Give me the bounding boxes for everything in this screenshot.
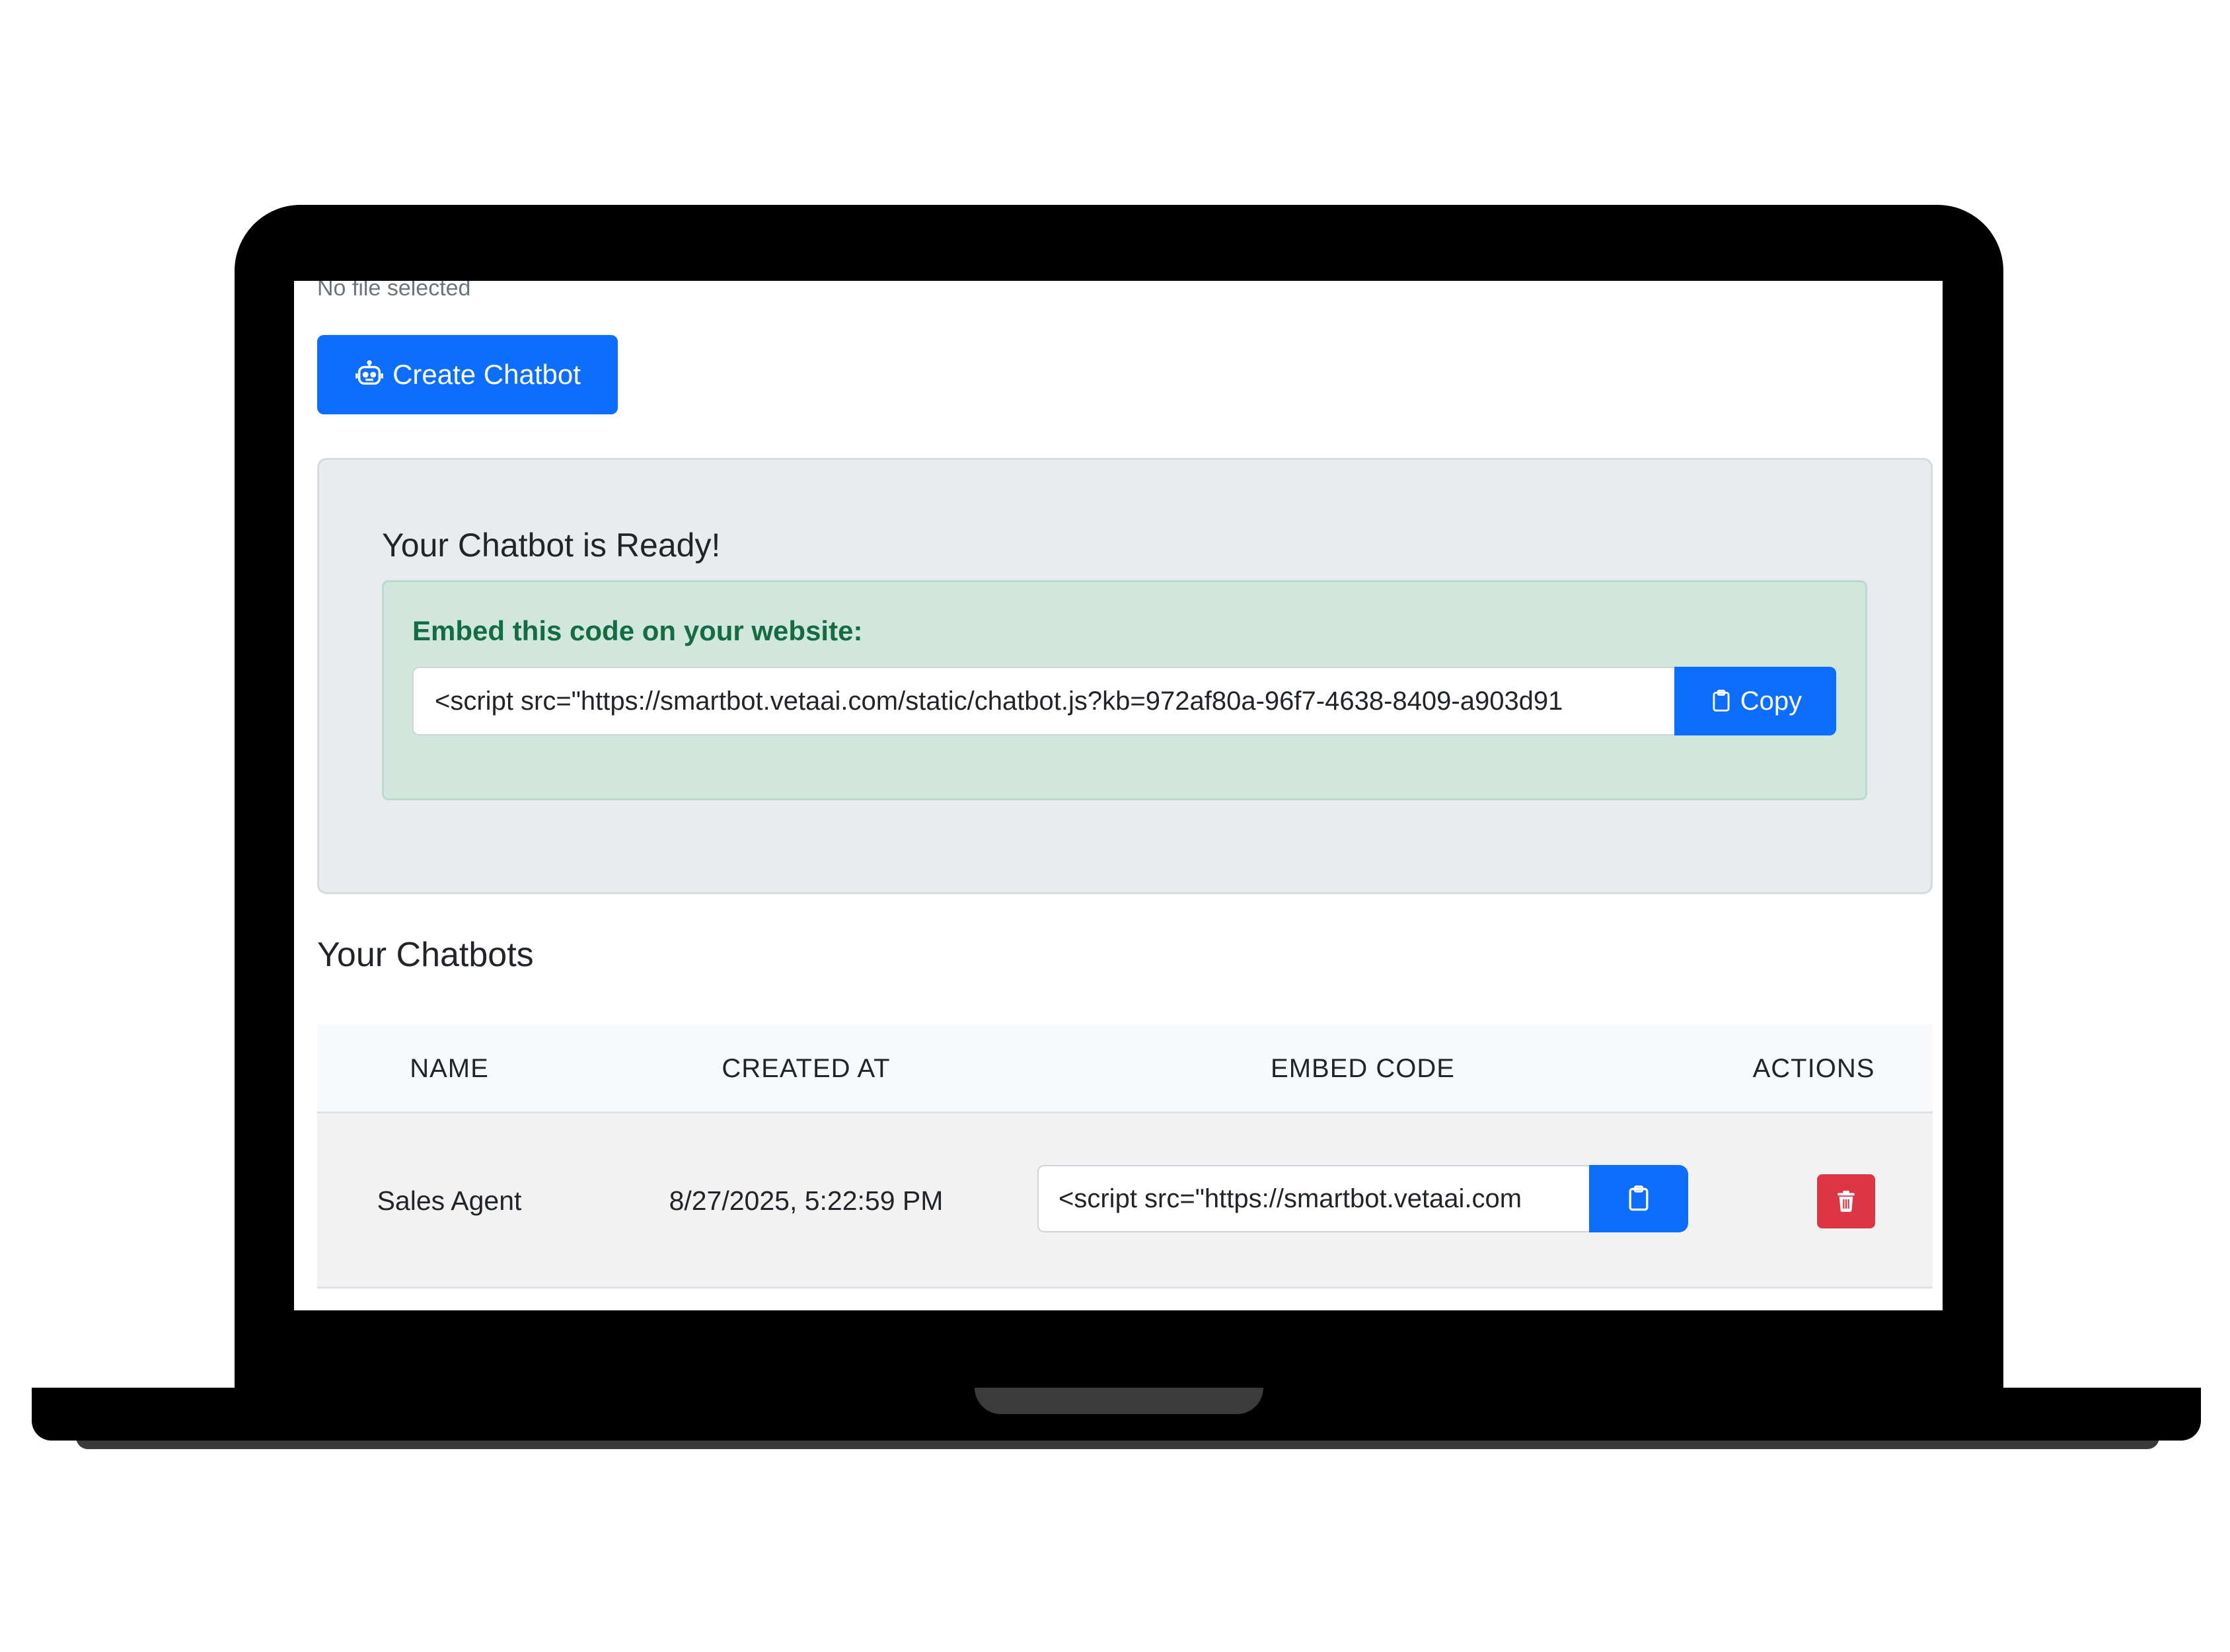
ready-title: Your Chatbot is Ready! xyxy=(382,527,721,564)
chatbots-table: NAME CREATED AT EMBED CODE ACTIONS Sales… xyxy=(317,1024,1933,1289)
column-header-created-at: CREATED AT xyxy=(722,1054,891,1083)
column-header-name: NAME xyxy=(410,1054,489,1083)
create-chatbot-button[interactable]: Create Chatbot xyxy=(317,335,618,414)
clipboard-icon xyxy=(1624,1184,1653,1213)
row-copy-button[interactable] xyxy=(1589,1165,1688,1232)
copy-label: Copy xyxy=(1740,686,1803,716)
embed-code-input[interactable] xyxy=(412,667,1674,735)
chatbots-section-title: Your Chatbots xyxy=(317,936,534,974)
laptop-notch xyxy=(975,1388,1263,1414)
chatbot-created-at: 8/27/2025, 5:22:59 PM xyxy=(669,1185,944,1216)
screen: No file selected Create Chatbot Your Cha… xyxy=(294,281,1943,1310)
row-embed-code-input[interactable] xyxy=(1037,1165,1589,1232)
chatbot-ready-card: Your Chatbot is Ready! Embed this code o… xyxy=(317,458,1933,894)
create-chatbot-label: Create Chatbot xyxy=(392,359,581,390)
column-header-actions: ACTIONS xyxy=(1752,1054,1875,1083)
delete-chatbot-button[interactable] xyxy=(1817,1174,1875,1228)
file-status-text: No file selected xyxy=(317,281,471,301)
row-embed-code-group xyxy=(1037,1165,1688,1232)
embed-code-group: Copy xyxy=(412,667,1836,735)
chatbot-name: Sales Agent xyxy=(377,1185,522,1216)
embed-label: Embed this code on your website: xyxy=(412,615,863,646)
table-row: Sales Agent 8/27/2025, 5:22:59 PM xyxy=(317,1113,1933,1289)
embed-code-box: Embed this code on your website: Copy xyxy=(382,580,1867,800)
table-header: NAME CREATED AT EMBED CODE ACTIONS xyxy=(317,1024,1933,1113)
copy-button[interactable]: Copy xyxy=(1674,667,1836,735)
robot-icon xyxy=(354,359,385,390)
column-header-embed-code: EMBED CODE xyxy=(1271,1054,1455,1083)
trash-icon xyxy=(1834,1189,1859,1214)
clipboard-icon xyxy=(1709,689,1734,714)
